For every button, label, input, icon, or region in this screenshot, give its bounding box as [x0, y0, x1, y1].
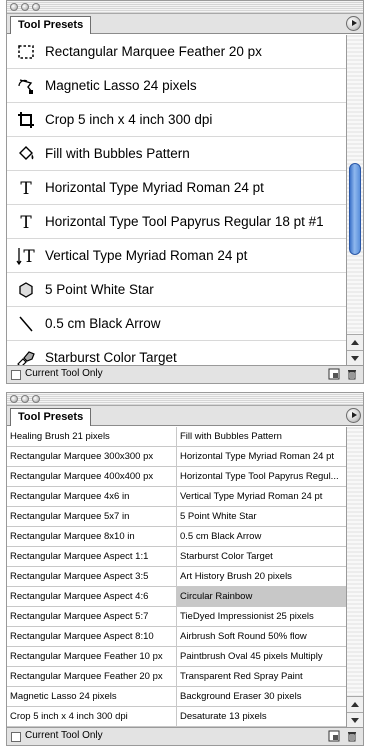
preset-table-cell[interactable]: Rectangular Marquee Aspect 3:5	[7, 567, 177, 587]
preset-list-item[interactable]: Magnetic Lasso 24 pixels	[7, 69, 346, 103]
preset-table-cell[interactable]: Desaturate 13 pixels	[177, 707, 347, 727]
zoom-button[interactable]	[32, 3, 40, 11]
palette-footer: Current Tool Only	[7, 365, 363, 383]
palette-tab-row: Tool Presets	[7, 14, 363, 34]
tab-tool-presets[interactable]: Tool Presets	[10, 408, 92, 426]
preset-table-cell[interactable]: Starburst Color Target	[177, 547, 347, 567]
rect-marquee-icon	[7, 43, 45, 61]
preset-list-item[interactable]: T Horizontal Type Tool Papyrus Regular 18…	[7, 205, 346, 239]
minimize-button[interactable]	[21, 3, 29, 11]
preset-table-cell[interactable]: Magnetic Lasso 24 pixels	[7, 687, 177, 707]
preset-list-item[interactable]: 0.5 cm Black Arrow	[7, 307, 346, 341]
palette-tab-row: Tool Presets	[7, 406, 363, 426]
preset-table-cell[interactable]: Transparent Red Spray Paint	[177, 667, 347, 687]
tab-tool-presets[interactable]: Tool Presets	[10, 16, 92, 34]
preset-table-cell[interactable]: Rectangular Marquee 400x400 px	[7, 467, 177, 487]
preset-table-cell[interactable]: Rectangular Marquee Aspect 5:7	[7, 607, 177, 627]
preset-table-cell[interactable]: 5 Point White Star	[177, 507, 347, 527]
preset-table-cell[interactable]: Rectangular Marquee Feather 10 px	[7, 647, 177, 667]
preset-table-cell[interactable]: Circular Rainbow	[177, 587, 347, 607]
preset-label: Horizontal Type Tool Papyrus Regular 18 …	[45, 214, 324, 229]
polygon-icon	[7, 280, 45, 300]
type-icon: T	[7, 178, 45, 198]
preset-table-cell[interactable]: Rectangular Marquee 300x300 px	[7, 447, 177, 467]
svg-text:T: T	[20, 179, 32, 198]
preset-list: Rectangular Marquee Feather 20 px Magneti…	[7, 35, 346, 366]
preset-list-item[interactable]: T Horizontal Type Myriad Roman 24 pt	[7, 171, 346, 205]
preset-list-item[interactable]: 5 Point White Star	[7, 273, 346, 307]
preset-table-cell[interactable]: Fill with Bubbles Pattern	[177, 427, 347, 447]
preset-label: Vertical Type Myriad Roman 24 pt	[45, 248, 248, 263]
new-preset-icon[interactable]	[327, 367, 341, 381]
trash-icon[interactable]	[345, 729, 359, 743]
palette-titlebar[interactable]	[7, 393, 363, 406]
color-sampler-icon	[7, 348, 45, 366]
scroll-up-arrow[interactable]	[347, 696, 363, 712]
preset-list-item[interactable]: Crop 5 inch x 4 inch 300 dpi	[7, 103, 346, 137]
preset-label: Horizontal Type Myriad Roman 24 pt	[45, 180, 264, 195]
preset-table-cell[interactable]: Rectangular Marquee 8x10 in	[7, 527, 177, 547]
preset-table-cell[interactable]: Rectangular Marquee Aspect 1:1	[7, 547, 177, 567]
preset-table-cell[interactable]: Paintbrush Oval 45 pixels Multiply	[177, 647, 347, 667]
close-button[interactable]	[10, 3, 18, 11]
scrollbar-thumb[interactable]	[349, 163, 361, 255]
preset-table-cell[interactable]: Crop 5 inch x 4 inch 300 dpi	[7, 707, 177, 727]
preset-table-cell[interactable]: Rectangular Marquee Aspect 8:10	[7, 627, 177, 647]
preset-table-cell[interactable]: Rectangular Marquee Aspect 4:6	[7, 587, 177, 607]
preset-table-cell[interactable]: 0.5 cm Black Arrow	[177, 527, 347, 547]
new-preset-icon[interactable]	[327, 729, 341, 743]
svg-text:T: T	[20, 213, 32, 232]
preset-list-item[interactable]: Fill with Bubbles Pattern	[7, 137, 346, 171]
current-tool-only-label: Current Tool Only	[25, 730, 103, 741]
crop-icon	[7, 110, 45, 130]
line-icon	[7, 314, 45, 334]
preset-label: Rectangular Marquee Feather 20 px	[45, 44, 262, 59]
scroll-down-arrow[interactable]	[347, 712, 363, 728]
vertical-scrollbar[interactable]	[346, 427, 363, 728]
palette-menu-button[interactable]	[346, 16, 361, 31]
magnetic-lasso-icon	[7, 76, 45, 96]
preset-label: Fill with Bubbles Pattern	[45, 146, 190, 161]
preset-list-item[interactable]: T Vertical Type Myriad Roman 24 pt	[7, 239, 346, 273]
palette-titlebar[interactable]	[7, 1, 363, 14]
scroll-up-arrow[interactable]	[347, 334, 363, 350]
preset-table-cell[interactable]: Vertical Type Myriad Roman 24 pt	[177, 487, 347, 507]
close-button[interactable]	[10, 395, 18, 403]
preset-table: Healing Brush 21 pixels Fill with Bubbles…	[7, 427, 347, 728]
preset-table-cell[interactable]: Healing Brush 21 pixels	[7, 427, 177, 447]
preset-table-cell[interactable]: Art History Brush 20 pixels	[177, 567, 347, 587]
preset-table-cell[interactable]: Background Eraser 30 pixels	[177, 687, 347, 707]
preset-table-cell[interactable]: TieDyed Impressionist 25 pixels	[177, 607, 347, 627]
type-icon: T	[7, 212, 45, 232]
current-tool-only-label: Current Tool Only	[25, 368, 103, 379]
preset-label: Crop 5 inch x 4 inch 300 dpi	[45, 112, 213, 127]
vertical-scrollbar[interactable]	[346, 35, 363, 366]
preset-label: 5 Point White Star	[45, 282, 154, 297]
scroll-down-arrow[interactable]	[347, 350, 363, 366]
palette-footer: Current Tool Only	[7, 727, 363, 745]
preset-table-cell[interactable]: Airbrush Soft Round 50% flow	[177, 627, 347, 647]
preset-list-item[interactable]: Starburst Color Target	[7, 341, 346, 366]
palette-menu-button[interactable]	[346, 408, 361, 423]
svg-text:T: T	[23, 247, 35, 266]
preset-table-cell[interactable]: Rectangular Marquee 4x6 in	[7, 487, 177, 507]
minimize-button[interactable]	[21, 395, 29, 403]
current-tool-only-checkbox[interactable]	[11, 732, 21, 742]
paint-bucket-icon	[7, 144, 45, 164]
vertical-type-icon: T	[7, 246, 45, 266]
preset-table-cell[interactable]: Horizontal Type Myriad Roman 24 pt	[177, 447, 347, 467]
zoom-button[interactable]	[32, 395, 40, 403]
preset-label: Magnetic Lasso 24 pixels	[45, 78, 197, 93]
trash-icon[interactable]	[345, 367, 359, 381]
preset-table-cell[interactable]: Rectangular Marquee 5x7 in	[7, 507, 177, 527]
preset-label: Starburst Color Target	[45, 350, 177, 365]
preset-table-cell[interactable]: Rectangular Marquee Feather 20 px	[7, 667, 177, 687]
preset-list-item[interactable]: Rectangular Marquee Feather 20 px	[7, 35, 346, 69]
current-tool-only-checkbox[interactable]	[11, 370, 21, 380]
tool-presets-palette-table: Tool Presets Healing Brush 21 pixels Fill…	[6, 392, 364, 746]
preset-table-cell[interactable]: Horizontal Type Tool Papyrus Regul...	[177, 467, 347, 487]
tool-presets-palette-list: Tool Presets Rectangular Marquee Feather…	[6, 0, 364, 384]
preset-label: 0.5 cm Black Arrow	[45, 316, 161, 331]
